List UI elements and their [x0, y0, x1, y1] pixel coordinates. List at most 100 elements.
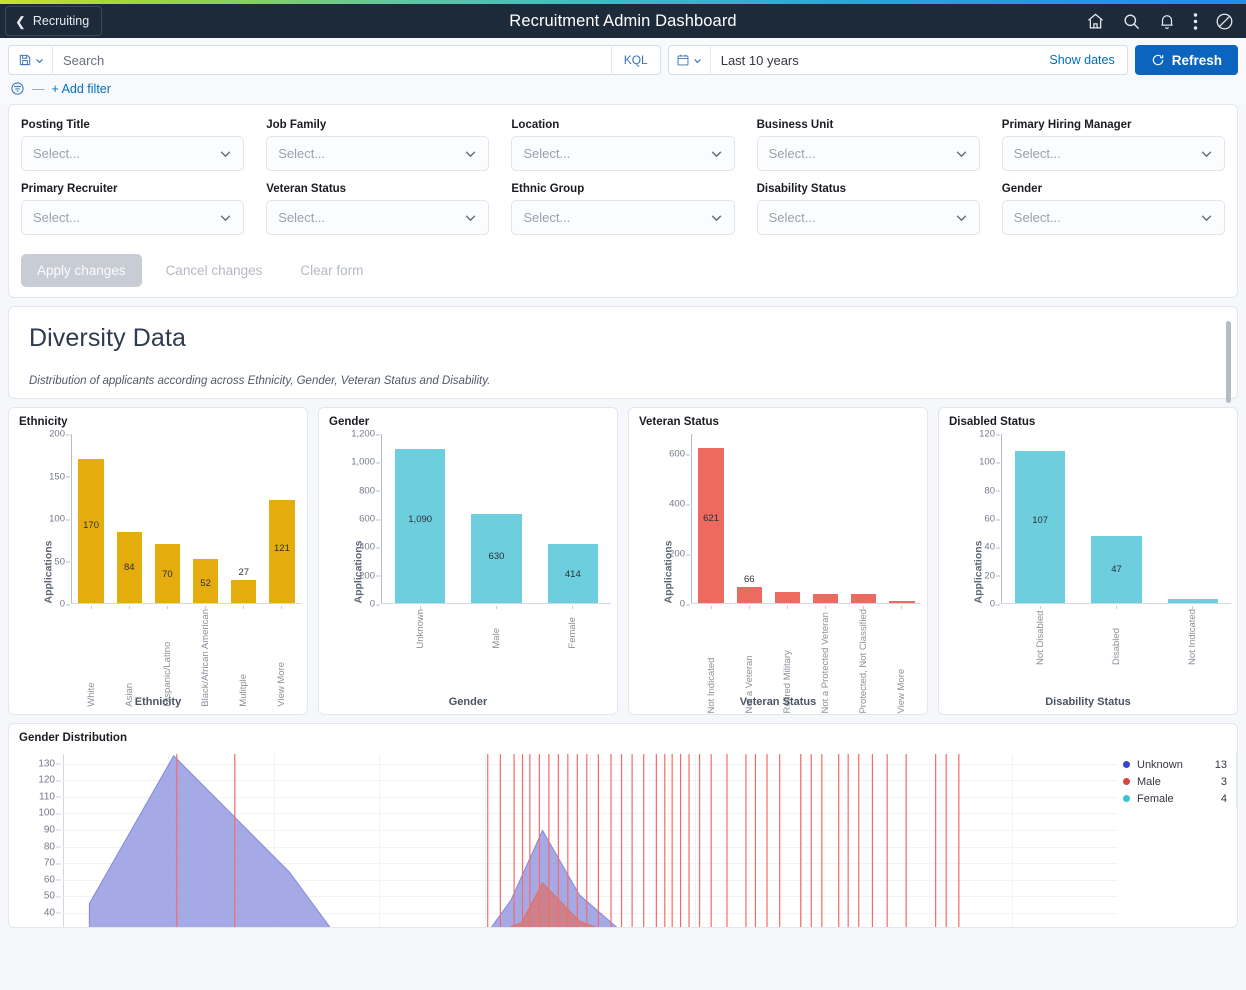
- home-icon[interactable]: [1086, 12, 1105, 31]
- bar[interactable]: [851, 594, 876, 603]
- bar[interactable]: 121: [269, 500, 294, 603]
- bar[interactable]: [1168, 599, 1218, 603]
- field-select[interactable]: Select...: [266, 136, 489, 171]
- y-tick-label: 40: [984, 542, 995, 553]
- field-select[interactable]: Select...: [1002, 200, 1225, 235]
- bar-slot[interactable]: 170: [72, 459, 110, 604]
- bar-slot[interactable]: 66: [730, 587, 768, 604]
- saved-query-button[interactable]: [9, 46, 53, 74]
- y-tick-label: 200: [359, 570, 375, 581]
- y-tick-label: 80: [44, 841, 55, 852]
- bar[interactable]: 52: [193, 559, 218, 603]
- date-range-value[interactable]: Last 10 years: [711, 46, 1038, 74]
- legend-item[interactable]: Unknown13: [1123, 756, 1227, 773]
- legend-item[interactable]: Female4: [1123, 790, 1227, 807]
- bar[interactable]: 1,090: [395, 449, 445, 603]
- chevron-down-icon: [35, 56, 44, 65]
- filter-field-disability-status: Disability StatusSelect...: [757, 183, 980, 235]
- field-select[interactable]: Select...: [757, 136, 980, 171]
- search-icon[interactable]: [1122, 12, 1141, 31]
- show-dates-link[interactable]: Show dates: [1037, 46, 1126, 74]
- bar-slot[interactable]: 84: [110, 532, 148, 603]
- back-to-recruiting-button[interactable]: ❮ Recruiting: [5, 6, 102, 36]
- no-entry-icon[interactable]: [1215, 12, 1234, 31]
- bar[interactable]: 66: [737, 587, 762, 604]
- add-filter-button[interactable]: + Add filter: [52, 82, 111, 96]
- refresh-icon: [1151, 53, 1165, 67]
- bar[interactable]: 621: [698, 448, 723, 603]
- field-label: Primary Hiring Manager: [1002, 119, 1225, 131]
- bar-slot[interactable]: 52: [187, 559, 225, 603]
- field-select[interactable]: Select...: [511, 200, 734, 235]
- bar-slot[interactable]: 414: [535, 544, 611, 603]
- bar-slot[interactable]: [1155, 599, 1231, 603]
- cancel-changes-button[interactable]: Cancel changes: [152, 254, 277, 287]
- kebab-menu-icon[interactable]: [1193, 12, 1198, 31]
- bar[interactable]: 47: [1091, 536, 1141, 603]
- bar-slot[interactable]: [845, 594, 883, 603]
- legend-label: Unknown: [1137, 759, 1215, 771]
- field-select[interactable]: Select...: [511, 136, 734, 171]
- filter-icon[interactable]: [10, 81, 25, 96]
- bar-slot[interactable]: 70: [148, 544, 186, 604]
- field-value: Select...: [33, 210, 80, 225]
- bar[interactable]: [889, 601, 914, 603]
- field-select[interactable]: Select...: [1002, 136, 1225, 171]
- x-tick-label: Male: [491, 609, 502, 652]
- bar[interactable]: [775, 592, 800, 603]
- x-tick-label: Not Indicated: [1187, 609, 1198, 668]
- bar-value-label: 47: [1091, 564, 1141, 575]
- bar-slot[interactable]: 1,090: [382, 449, 458, 603]
- bar[interactable]: 27: [231, 580, 256, 603]
- field-select[interactable]: Select...: [21, 136, 244, 171]
- filter-field-veteran-status: Veteran Status Select...: [266, 183, 489, 235]
- bar-value-label: 27: [231, 567, 256, 578]
- bar-slot[interactable]: 621: [692, 448, 730, 603]
- bar[interactable]: [813, 594, 838, 604]
- calendar-quick-select-button[interactable]: [669, 46, 711, 74]
- search-input[interactable]: [53, 46, 611, 74]
- x-axis-label: Ethnicity: [9, 696, 307, 708]
- bar-slot[interactable]: 47: [1078, 536, 1154, 603]
- field-select[interactable]: Select...: [266, 200, 489, 235]
- bar[interactable]: 630: [471, 514, 521, 603]
- bar-slot[interactable]: 27: [225, 580, 263, 603]
- kql-toggle[interactable]: KQL: [611, 46, 660, 74]
- y-tick-label: 50: [54, 556, 65, 567]
- refresh-button[interactable]: Refresh: [1135, 45, 1238, 75]
- bar-slot[interactable]: [768, 592, 806, 603]
- clear-form-button[interactable]: Clear form: [286, 254, 377, 287]
- diversity-chart-row: EthnicityApplications0501001502001708470…: [8, 407, 1238, 715]
- bar-value-label: 621: [698, 513, 723, 524]
- bar-slot[interactable]: [807, 594, 845, 604]
- series-area: [63, 754, 1117, 927]
- field-label: Veteran Status: [266, 183, 489, 195]
- bell-icon[interactable]: [1158, 12, 1176, 30]
- y-axis-ticks: 020406080100120: [965, 434, 1001, 604]
- bar[interactable]: 84: [117, 532, 142, 603]
- chart-card-gender: GenderApplications02004006008001,0001,20…: [318, 407, 618, 715]
- bar-slot[interactable]: 107: [1002, 451, 1078, 603]
- bar-slot[interactable]: 630: [458, 514, 534, 603]
- plot-area: Applications02004006008001,0001,2001,090…: [319, 430, 617, 714]
- bar[interactable]: 107: [1015, 451, 1065, 603]
- bar[interactable]: 70: [155, 544, 180, 604]
- bar-slot[interactable]: 121: [263, 500, 301, 603]
- chevron-down-icon: [710, 147, 723, 160]
- bar[interactable]: 170: [78, 459, 103, 604]
- bar-slot[interactable]: [883, 601, 921, 603]
- y-tick-label: 20: [984, 570, 995, 581]
- legend-value: 3: [1221, 776, 1227, 788]
- field-label: Primary Recruiter: [21, 183, 244, 195]
- axis-area: 020040060062166Not IndicatedNot a Vetera…: [655, 434, 921, 604]
- x-tick-label: Not Disabled: [1035, 609, 1046, 668]
- field-select[interactable]: Select...: [757, 200, 980, 235]
- chevron-down-icon: [219, 147, 232, 160]
- y-tick-label: 0: [680, 599, 685, 610]
- bar[interactable]: 414: [548, 544, 598, 603]
- field-select[interactable]: Select...: [21, 200, 244, 235]
- legend-item[interactable]: Male3: [1123, 773, 1227, 790]
- calendar-icon: [676, 53, 690, 67]
- apply-changes-button[interactable]: Apply changes: [21, 254, 142, 287]
- panel-scrollbar-thumb[interactable]: [1226, 321, 1231, 403]
